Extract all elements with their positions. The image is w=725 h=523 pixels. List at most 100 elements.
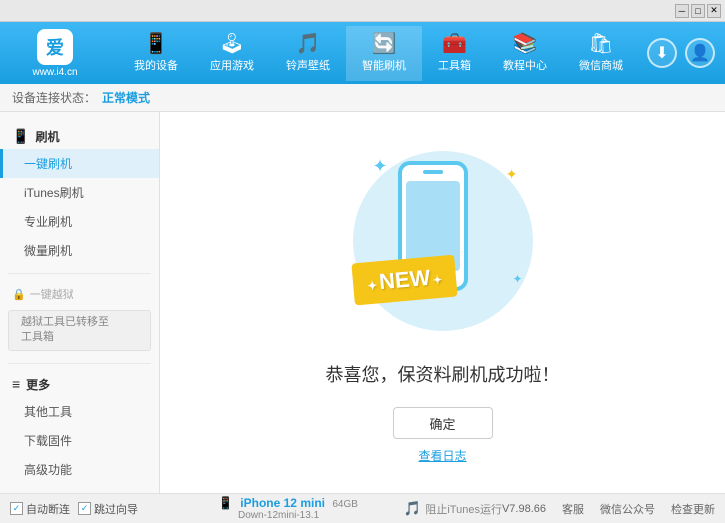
bottom-bar: ✓ 自动断连 ✓ 跳过向导 📱 iPhone 12 mini 64GB Down… [0,493,725,523]
device-name: iPhone 12 mini [240,496,325,510]
device-model: Down-12mini-13.1 [238,510,404,521]
more-section-icon: ≡ [12,376,20,392]
sparkle-2: ✦ [506,166,518,183]
sidebar-item-other-tools[interactable]: 其他工具 [0,397,159,426]
sidebar-item-pro-flash[interactable]: 专业刷机 [0,207,159,236]
confirm-button[interactable]: 确定 [393,407,493,439]
status-bar: 设备连接状态： 正常模式 [0,84,725,112]
wechat-mall-icon: 🛍 [588,34,613,54]
my-device-icon: 📱 [144,34,169,54]
download-button[interactable]: ⬇ [647,38,677,68]
sidebar-section-flash: 📱 刷机 一键刷机 iTunes刷机 专业刷机 微量刷机 [0,120,159,269]
toolbox-icon: 🧰 [442,34,467,54]
smart-flash-icon: 🔄 [372,34,397,54]
nav-right-buttons: ⬇ 👤 [647,38,715,68]
itunes-control[interactable]: 🎵 阻止iTunes运行 [404,500,502,517]
jailbreak-note: 越狱工具已转移至工具箱 [8,310,151,351]
status-label: 设备连接状态： [12,89,96,106]
nav-my-device[interactable]: 📱 我的设备 [118,26,194,81]
itunes-flash-label: iTunes刷机 [24,186,84,200]
nav-app-games[interactable]: 🕹 应用游戏 [194,26,270,81]
success-message: 恭喜您，保资料刷机成功啦！ [326,361,560,387]
logo-symbol: 爱 [46,34,64,60]
check-update-link[interactable]: 检查更新 [671,501,715,517]
version-label: V7.98.66 [502,503,546,515]
nav-tutorial-label: 教程中心 [503,57,547,73]
download-firmware-label: 下载固件 [24,434,72,448]
sidebar-item-itunes-flash[interactable]: iTunes刷机 [0,178,159,207]
app-logo: 爱 www.i4.cn [10,29,100,78]
itunes-icon: 🎵 [404,500,421,517]
nav-tutorial[interactable]: 📚 教程中心 [487,26,563,81]
nav-toolbox[interactable]: 🧰 工具箱 [422,26,487,81]
nav-smart-flash[interactable]: 🔄 智能刷机 [346,26,422,81]
one-key-flash-label: 一键刷机 [24,157,72,171]
nav-menu: 📱 我的设备 🕹 应用游戏 🎵 铃声壁纸 🔄 智能刷机 🧰 工具箱 📚 教程中心… [110,26,647,81]
more-section-label: 更多 [26,376,50,393]
nav-smart-flash-label: 智能刷机 [362,57,406,73]
nav-wechat-mall-label: 微信商城 [579,57,623,73]
flash-section-icon: 📱 [12,128,29,145]
jailbreak-note-text: 越狱工具已转移至工具箱 [21,316,109,343]
close-button[interactable]: ✕ [707,4,721,18]
divider-1 [8,273,151,274]
data-flash-label: 微量刷机 [24,244,72,258]
bottom-device-info: 📱 iPhone 12 mini 64GB Down-12mini-13.1 [210,496,404,521]
main-content: ✦NEW✦ ✦ ✦ ✦ 恭喜您，保资料刷机成功啦！ 确定 查看日志 [160,112,725,493]
nav-ringtone-label: 铃声壁纸 [286,57,330,73]
sidebar-item-advanced[interactable]: 高级功能 [0,455,159,484]
device-storage: 64GB [332,499,358,510]
maximize-button[interactable]: □ [691,4,705,18]
jailbreak-section-label: 一键越狱 [30,286,74,302]
nav-my-device-label: 我的设备 [134,57,178,73]
banner-text: ✦NEW✦ [366,264,443,296]
sidebar-item-data-flash[interactable]: 微量刷机 [0,236,159,265]
nav-wechat-mall[interactable]: 🛍 微信商城 [563,26,639,81]
sidebar-flash-header: 📱 刷机 [0,124,159,149]
nav-app-games-label: 应用游戏 [210,57,254,73]
sidebar-section-more: ≡ 更多 其他工具 下载固件 高级功能 [0,368,159,488]
window-controls[interactable]: ─ □ ✕ [675,4,721,18]
ringtone-icon: 🎵 [296,34,321,54]
sidebar-item-one-key-flash[interactable]: 一键刷机 [0,149,159,178]
bottom-left: ✓ 自动断连 ✓ 跳过向导 [10,501,210,517]
sidebar: 📱 刷机 一键刷机 iTunes刷机 专业刷机 微量刷机 🔒 一键越狱 [0,112,160,493]
daily-log-link[interactable]: 查看日志 [418,447,466,464]
illus-banner: ✦NEW✦ [351,255,458,306]
sidebar-item-download-firmware[interactable]: 下载固件 [0,426,159,455]
wechat-public-link[interactable]: 微信公众号 [600,501,655,517]
phone-speaker [423,170,443,174]
auto-close-check-box[interactable]: ✓ [10,502,23,515]
device-icon: 📱 [218,496,233,510]
sparkle-3: ✦ [512,272,522,286]
skip-wizard-checkbox[interactable]: ✓ 跳过向导 [78,501,138,517]
customer-service-link[interactable]: 客服 [562,501,584,517]
top-navigation: 爱 www.i4.cn 📱 我的设备 🕹 应用游戏 🎵 铃声壁纸 🔄 智能刷机 … [0,22,725,84]
sidebar-more-header: ≡ 更多 [0,372,159,397]
logo-icon: 爱 [37,29,73,65]
nav-ringtone[interactable]: 🎵 铃声壁纸 [270,26,346,81]
main-layout: 📱 刷机 一键刷机 iTunes刷机 专业刷机 微量刷机 🔒 一键越狱 [0,112,725,493]
other-tools-label: 其他工具 [24,405,72,419]
advanced-label: 高级功能 [24,463,72,477]
flash-section-label: 刷机 [35,128,59,145]
user-button[interactable]: 👤 [685,38,715,68]
app-games-icon: 🕹 [219,34,244,54]
bottom-right: V7.98.66 客服 微信公众号 检查更新 [502,501,715,517]
skip-wizard-label: 跳过向导 [94,501,138,517]
auto-close-label: 自动断连 [26,501,70,517]
skip-wizard-check-box[interactable]: ✓ [78,502,91,515]
nav-toolbox-label: 工具箱 [438,57,471,73]
minimize-button[interactable]: ─ [675,4,689,18]
status-value: 正常模式 [102,89,150,106]
titlebar: ─ □ ✕ [0,0,725,22]
lock-icon: 🔒 [12,288,26,301]
sidebar-section-jailbreak: 🔒 一键越狱 越狱工具已转移至工具箱 [0,278,159,359]
auto-close-checkbox[interactable]: ✓ 自动断连 [10,501,70,517]
divider-2 [8,363,151,364]
logo-text: www.i4.cn [32,67,77,78]
sparkle-1: ✦ [373,156,388,177]
success-illustration: ✦NEW✦ ✦ ✦ ✦ [343,141,543,341]
tutorial-icon: 📚 [513,34,538,54]
sidebar-jailbreak-header: 🔒 一键越狱 [0,282,159,306]
